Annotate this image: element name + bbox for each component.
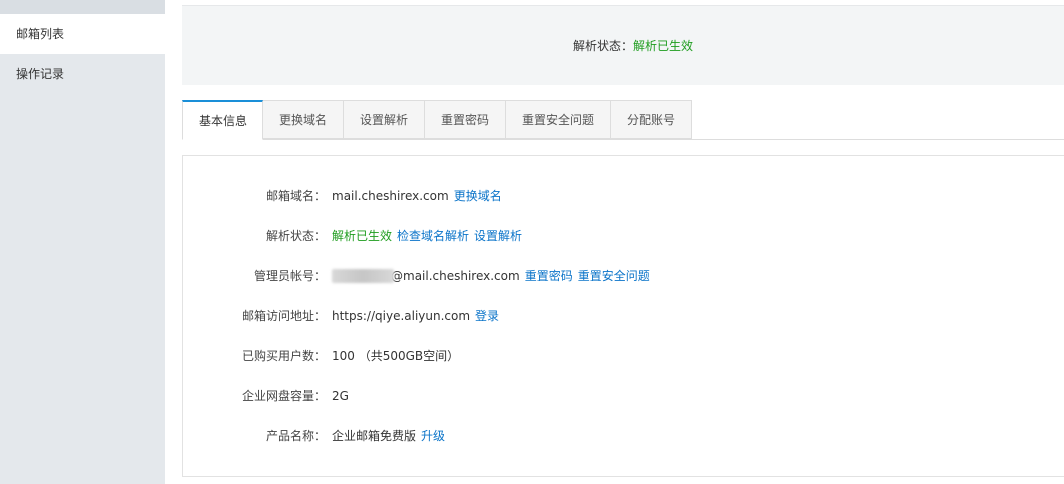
- row-access-url: 邮箱访问地址： https://qiye.aliyun.com 登录: [182, 306, 499, 326]
- row-resolve-status: 解析状态： 解析已生效 检查域名解析 设置解析: [182, 226, 522, 246]
- upgrade-link[interactable]: 升级: [421, 426, 445, 446]
- sidebar-item-operation-log[interactable]: 操作记录: [0, 54, 165, 94]
- mail-domain-value: mail.cheshirex.com: [332, 189, 449, 203]
- sidebar: 邮箱列表 操作记录: [0, 0, 165, 484]
- change-domain-link[interactable]: 更换域名: [454, 186, 502, 206]
- banner-status-label: 解析状态：: [572, 39, 633, 53]
- product-name-label: 产品名称：: [265, 429, 326, 443]
- status-banner: 解析状态： 解析已生效: [182, 5, 1064, 85]
- redacted-username: [332, 269, 394, 283]
- tab-basic-info[interactable]: 基本信息: [182, 100, 263, 140]
- tab-set-resolution[interactable]: 设置解析: [344, 100, 425, 139]
- row-disk-capacity: 企业网盘容量： 2G: [182, 386, 349, 406]
- reset-password-link[interactable]: 重置密码: [525, 266, 573, 286]
- access-url-value: https://qiye.aliyun.com: [332, 309, 471, 323]
- row-product-name: 产品名称： 企业邮箱免费版 升级: [182, 426, 445, 446]
- tab-reset-security-question[interactable]: 重置安全问题: [506, 100, 611, 139]
- set-resolution-link[interactable]: 设置解析: [474, 226, 522, 246]
- sidebar-item-mailbox-list[interactable]: 邮箱列表: [0, 14, 165, 54]
- mail-domain-label: 邮箱域名：: [265, 189, 326, 203]
- tab-change-domain[interactable]: 更换域名: [263, 100, 344, 139]
- purchased-users-label: 已购买用户数：: [241, 349, 326, 363]
- sidebar-item-label: 邮箱列表: [16, 27, 65, 41]
- sidebar-item-label: 操作记录: [16, 67, 65, 81]
- disk-capacity-value: 2G: [332, 389, 349, 403]
- resolve-status-label: 解析状态：: [265, 229, 326, 243]
- row-purchased-users: 已购买用户数： 100 （共500GB空间）: [182, 346, 459, 366]
- tab-reset-password[interactable]: 重置密码: [425, 100, 506, 139]
- sidebar-top-strip: [0, 0, 165, 14]
- purchased-users-value: 100 （共500GB空间）: [332, 349, 460, 363]
- disk-capacity-label: 企业网盘容量：: [241, 389, 326, 403]
- tab-bar: 基本信息 更换域名 设置解析 重置密码 重置安全问题 分配账号: [182, 100, 692, 140]
- admin-account-label: 管理员帐号：: [253, 269, 326, 283]
- admin-account-value: @mail.cheshirex.com: [391, 269, 520, 283]
- banner-status-value: 解析已生效: [633, 39, 694, 53]
- access-url-label: 邮箱访问地址：: [241, 309, 326, 323]
- row-mail-domain: 邮箱域名： mail.cheshirex.com 更换域名: [182, 186, 502, 206]
- resolve-status-value: 解析已生效: [332, 229, 393, 243]
- login-link[interactable]: 登录: [475, 306, 499, 326]
- reset-security-question-link[interactable]: 重置安全问题: [578, 266, 650, 286]
- row-admin-account: 管理员帐号： @mail.cheshirex.com 重置密码 重置安全问题: [182, 266, 650, 286]
- product-name-value: 企业邮箱免费版: [332, 429, 417, 443]
- tab-assign-account[interactable]: 分配账号: [611, 100, 692, 139]
- check-domain-resolution-link[interactable]: 检查域名解析: [397, 226, 469, 246]
